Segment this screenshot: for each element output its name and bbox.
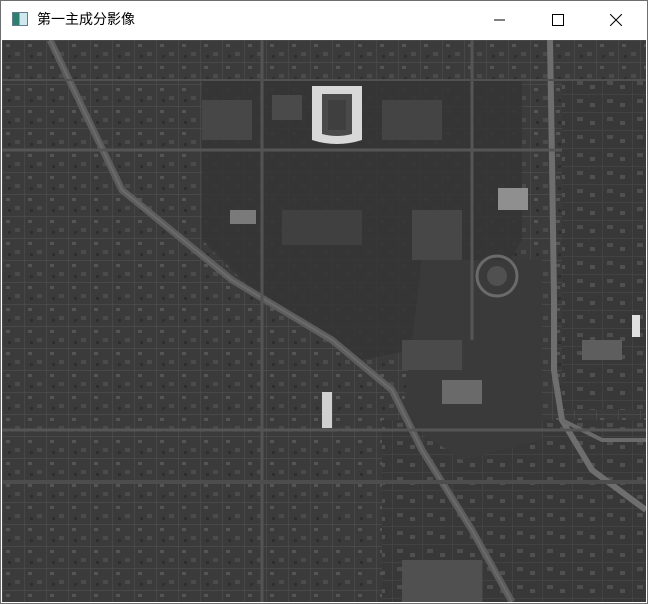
minimize-button[interactable] [477,1,523,39]
image-window: 第一主成分影像 [0,0,648,604]
close-icon [610,14,622,26]
minimize-icon [494,19,505,21]
grayscale-aerial-image [2,40,646,602]
image-window-icon [12,12,28,26]
close-button[interactable] [593,1,639,39]
maximize-icon [552,14,564,26]
maximize-button[interactable] [535,1,581,39]
title-bar[interactable]: 第一主成分影像 [1,1,647,39]
stadium-shape [312,86,362,144]
principal-component-image[interactable] [2,40,646,602]
window-title: 第一主成分影像 [37,12,135,28]
